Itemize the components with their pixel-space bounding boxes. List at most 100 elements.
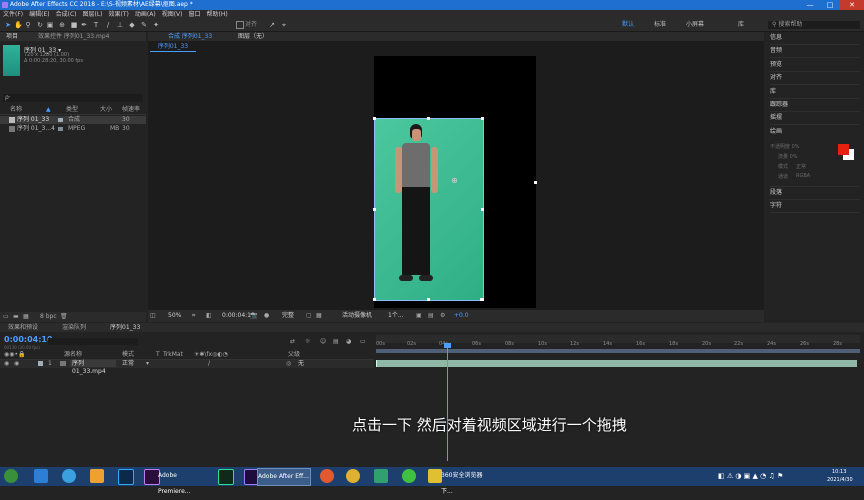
wechat-icon[interactable] bbox=[402, 469, 416, 483]
workspace-default[interactable]: 默认 bbox=[622, 21, 634, 29]
browser-taskbar-button[interactable]: 360安全浏览器下... bbox=[441, 468, 491, 495]
align-checkbox[interactable] bbox=[236, 21, 244, 29]
menu-edit[interactable]: 编辑(E) bbox=[29, 10, 49, 20]
layer-label-color[interactable] bbox=[38, 361, 43, 366]
wiggler-panel-tab[interactable]: 摇摆 bbox=[770, 112, 860, 125]
composition-mini-flowchart-icon[interactable]: ⇄ bbox=[290, 338, 295, 345]
pen-tool-icon[interactable]: ✒ bbox=[80, 21, 88, 29]
tracker-panel-tab[interactable]: 跟踪器 bbox=[770, 99, 860, 112]
snapshot-icon[interactable]: 📷 bbox=[250, 310, 257, 322]
audition-icon[interactable] bbox=[218, 469, 234, 485]
menu-effect[interactable]: 效果(T) bbox=[109, 10, 129, 20]
anchor-point-icon[interactable]: ⊕ bbox=[451, 176, 458, 185]
exposure-value[interactable]: +0.0 bbox=[454, 310, 469, 322]
playhead-handle[interactable] bbox=[444, 343, 451, 348]
graph-editor-icon[interactable]: ▭ bbox=[360, 338, 366, 345]
timeline-timecode[interactable]: 0:00:04:10 bbox=[4, 335, 53, 344]
audio-panel-tab[interactable]: 音频 bbox=[770, 45, 860, 58]
photoshop-icon[interactable] bbox=[118, 469, 134, 485]
menu-help[interactable]: 帮助(H) bbox=[207, 10, 228, 20]
draft-3d-icon[interactable]: ☼ bbox=[305, 338, 310, 345]
clone-stamp-tool-icon[interactable]: ⊥ bbox=[116, 21, 124, 29]
effects-presets-tab[interactable]: 效果和预设 bbox=[8, 323, 38, 332]
layer-parent[interactable]: 无 bbox=[298, 360, 304, 368]
tray-icons[interactable]: ◧ ⚠ ◑ ▣ ▲ ◔ ♫ ⚑ bbox=[718, 472, 783, 480]
work-area-bar[interactable] bbox=[376, 335, 860, 343]
transform-handle[interactable] bbox=[373, 208, 376, 211]
timeline-search-input[interactable] bbox=[48, 338, 138, 345]
resolution-dropdown[interactable]: 完整 bbox=[282, 310, 294, 322]
mode-dropdown-icon[interactable]: ▾ bbox=[146, 360, 149, 368]
library-panel-tab[interactable]: 库 bbox=[770, 86, 860, 99]
menu-window[interactable]: 窗口 bbox=[188, 10, 200, 20]
mask-tool-icon[interactable]: ■ bbox=[70, 21, 78, 29]
col-mode[interactable]: 模式 bbox=[122, 351, 134, 359]
grid-icon[interactable]: ◧ bbox=[206, 310, 212, 322]
character-panel-tab[interactable]: 字符 bbox=[770, 200, 860, 213]
audio-icon[interactable]: ◉ bbox=[14, 360, 19, 368]
selection-tool-icon[interactable]: ➤ bbox=[4, 21, 12, 29]
workspace-standard[interactable]: 标准 bbox=[654, 21, 666, 29]
transform-handle[interactable] bbox=[373, 298, 376, 301]
snap-icon[interactable]: ↗ bbox=[268, 21, 276, 29]
maximize-button[interactable]: □ bbox=[820, 0, 840, 10]
rotate-tool-icon[interactable]: ↻ bbox=[36, 21, 44, 29]
sequence-timeline-tab[interactable]: 序列01_33 bbox=[110, 323, 140, 332]
zoom-dropdown[interactable]: 50% bbox=[168, 310, 181, 322]
search-help-field[interactable]: ⚲ 搜索帮助 bbox=[768, 21, 860, 29]
time-navigator[interactable] bbox=[376, 349, 860, 353]
new-comp-icon[interactable]: ▦ bbox=[23, 312, 29, 322]
eraser-tool-icon[interactable]: ◆ bbox=[128, 21, 136, 29]
close-button[interactable]: ✕ bbox=[840, 0, 864, 10]
video-layer[interactable] bbox=[373, 117, 484, 301]
workspace-small-screen[interactable]: 小屏幕 bbox=[686, 21, 704, 29]
views-dropdown[interactable]: 1个... bbox=[388, 310, 404, 322]
bpc-label[interactable]: 8 bpc bbox=[40, 312, 57, 322]
clock-time[interactable]: 10:13 bbox=[832, 469, 846, 475]
app-icon[interactable] bbox=[346, 469, 360, 483]
layer-duration-bar[interactable] bbox=[376, 360, 857, 367]
effects-control-tab[interactable]: 效果控件 序列01_33.mp4 bbox=[38, 33, 110, 40]
comp-subtab[interactable]: 序列01_33 bbox=[150, 43, 196, 52]
layer-name[interactable]: 序列 01_33.mp4 bbox=[70, 360, 116, 375]
col-fps[interactable]: 帧速率 bbox=[122, 106, 140, 114]
label-color-swatch[interactable] bbox=[58, 118, 63, 122]
transform-handle[interactable] bbox=[481, 117, 484, 120]
col-source-name[interactable]: 源名称 bbox=[64, 351, 82, 359]
transform-handle[interactable] bbox=[373, 117, 376, 120]
workspace-library[interactable]: 库 bbox=[738, 21, 744, 29]
layer-tab[interactable]: 图层（无） bbox=[238, 32, 268, 41]
transform-handle[interactable] bbox=[427, 117, 430, 120]
premiere-taskbar-button[interactable]: Adobe Premiere... bbox=[158, 468, 208, 495]
transparency-grid-icon[interactable]: ▦ bbox=[316, 310, 322, 322]
puppet-tool-icon[interactable]: ✦ bbox=[152, 21, 160, 29]
transform-handle[interactable] bbox=[427, 298, 430, 301]
parent-pickwhip-icon[interactable]: ◎ bbox=[286, 360, 291, 368]
col-size[interactable]: 大小 bbox=[100, 106, 112, 114]
comp-bound-handle[interactable] bbox=[534, 181, 537, 184]
project-search-input[interactable]: ρ· bbox=[3, 94, 143, 102]
visibility-icon[interactable]: ◉ bbox=[4, 360, 9, 368]
show-channel-icon[interactable]: ● bbox=[264, 310, 269, 322]
hand-tool-icon[interactable]: ✋ bbox=[14, 21, 23, 29]
render-queue-tab[interactable]: 渲染队列 bbox=[62, 323, 86, 332]
clock-date[interactable]: 2021/4/30 bbox=[827, 477, 853, 483]
menu-view[interactable]: 视图(V) bbox=[162, 10, 183, 20]
project-tab[interactable]: 项目 bbox=[6, 33, 18, 40]
menu-file[interactable]: 文件(F) bbox=[3, 10, 23, 20]
info-panel-tab[interactable]: 信息 bbox=[770, 32, 860, 45]
current-time-indicator[interactable] bbox=[447, 343, 448, 461]
type-tool-icon[interactable]: T bbox=[92, 21, 100, 29]
project-row[interactable]: 序列 01_33 合成 30 bbox=[0, 116, 146, 124]
new-folder-icon[interactable]: ▬ bbox=[13, 312, 19, 322]
col-trkmat[interactable]: TrkMat bbox=[163, 351, 183, 359]
label-color-swatch[interactable] bbox=[58, 127, 63, 131]
region-of-interest-icon[interactable]: ▢ bbox=[306, 310, 312, 322]
explorer-icon[interactable] bbox=[90, 469, 104, 483]
align-panel-tab[interactable]: 对齐 bbox=[770, 72, 860, 85]
col-type[interactable]: 类型 bbox=[66, 106, 78, 114]
col-name[interactable]: 名称 bbox=[10, 106, 22, 114]
flowchart-icon[interactable]: ⚙ bbox=[440, 310, 445, 322]
menu-composition[interactable]: 合成(C) bbox=[56, 10, 77, 20]
foreground-color-swatch[interactable] bbox=[838, 144, 849, 155]
